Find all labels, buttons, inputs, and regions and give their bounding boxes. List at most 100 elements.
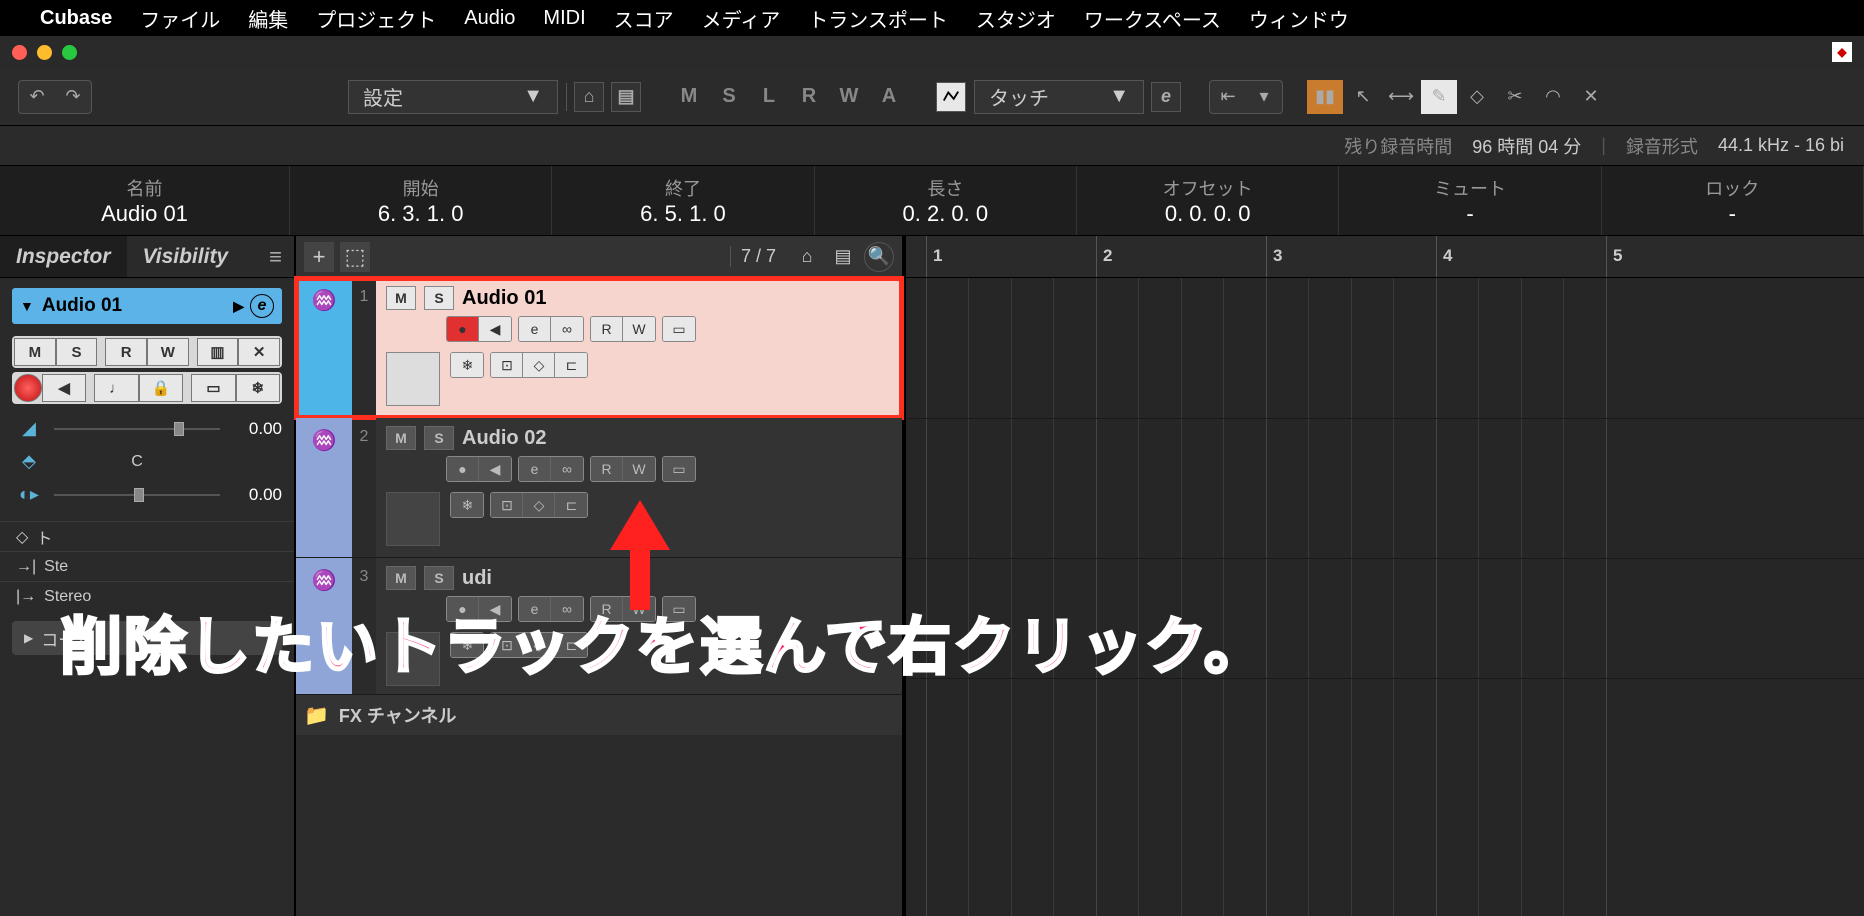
info-mute[interactable]: ミュート- — [1339, 166, 1601, 235]
mute-button[interactable]: M — [14, 338, 56, 366]
track-write-button[interactable]: W — [623, 317, 655, 341]
track-preset-icon[interactable]: ⬚ — [340, 242, 370, 272]
folder-track[interactable]: 📁 FX チャンネル — [296, 695, 902, 735]
track-send-icon[interactable]: ◇ — [523, 493, 555, 517]
track-eq-icon[interactable]: ⊏ — [555, 353, 587, 377]
track-lanes-icon[interactable]: ▭ — [663, 597, 695, 621]
track-read-button[interactable]: R — [591, 597, 623, 621]
track-freeze-icon[interactable]: ❄ — [451, 353, 483, 377]
track-row[interactable]: ♒ 2 M S Audio 02 ●◀ e∞ RW ▭ — [296, 418, 902, 558]
menu-workspace[interactable]: ワークスペース — [1084, 4, 1221, 33]
delay-slider[interactable] — [54, 494, 220, 496]
track-send-icon[interactable]: ◇ — [523, 353, 555, 377]
erase-tool[interactable]: ◇ — [1459, 80, 1495, 114]
redo-button[interactable]: ↷ — [55, 81, 91, 113]
track-freeze-icon[interactable]: ❄ — [451, 633, 483, 657]
track-insert-icon[interactable]: ⊡ — [491, 353, 523, 377]
menu-file[interactable]: ファイル — [140, 4, 220, 33]
freeze2-icon[interactable]: ❄ — [236, 374, 280, 402]
lane-icon[interactable]: ▭ — [191, 374, 235, 402]
pointer-tool[interactable]: ↖ — [1345, 80, 1381, 114]
track-record-button[interactable]: ● — [447, 457, 479, 481]
track-e-button[interactable]: e — [519, 457, 551, 481]
read-all-button[interactable]: R — [789, 80, 829, 114]
config-dropdown[interactable]: 設定▼ — [348, 80, 558, 114]
tab-visibility[interactable]: Visibility — [127, 236, 245, 277]
track-monitor-button[interactable]: ◀ — [479, 597, 511, 621]
info-start[interactable]: 開始6. 3. 1. 0 — [290, 166, 552, 235]
track-solo-button[interactable]: S — [424, 426, 454, 450]
track-name[interactable]: udi — [462, 567, 492, 590]
info-length[interactable]: 長さ0. 2. 0. 0 — [815, 166, 1077, 235]
track-lanes-icon[interactable]: ▭ — [663, 317, 695, 341]
track-e-button[interactable]: e — [519, 597, 551, 621]
draw-tool[interactable]: ✎ — [1421, 80, 1457, 114]
timebase-icon[interactable]: ♩ — [94, 374, 138, 402]
mute-tool[interactable]: ✕ — [1573, 80, 1609, 114]
track-monitor-button[interactable]: ◀ — [479, 317, 511, 341]
inspector-track-header[interactable]: ▼ Audio 01 ▶ e — [12, 288, 282, 324]
track-solo-button[interactable]: S — [424, 286, 454, 310]
minimize-button[interactable] — [37, 45, 52, 60]
e-button[interactable]: e — [1151, 82, 1181, 112]
chord-section[interactable]: ▶コード — [12, 621, 282, 655]
close-button[interactable] — [12, 45, 27, 60]
read-button[interactable]: R — [105, 338, 147, 366]
track-record-button[interactable]: ● — [447, 597, 479, 621]
tab-inspector[interactable]: Inspector — [0, 236, 127, 277]
automation-button[interactable]: A — [869, 80, 909, 114]
menu-media[interactable]: メディア — [702, 4, 781, 33]
lock-icon[interactable]: 🔒 — [139, 374, 183, 402]
track-name[interactable]: Audio 02 — [462, 427, 546, 450]
app-name[interactable]: Cubase — [40, 7, 112, 30]
mute-all-button[interactable]: M — [669, 80, 709, 114]
autoscroll-icon[interactable]: ⇤ — [1210, 81, 1246, 113]
routing-item[interactable]: ◇ト — [0, 521, 294, 551]
menu-studio[interactable]: スタジオ — [976, 4, 1056, 33]
add-track-button[interactable]: + — [304, 242, 334, 272]
solo-button[interactable]: S — [56, 338, 98, 366]
menu-score[interactable]: スコア — [614, 4, 674, 33]
track-infinity-icon[interactable]: ∞ — [551, 597, 583, 621]
lanes-icon[interactable]: ▥ — [197, 338, 239, 366]
zoom-button[interactable] — [62, 45, 77, 60]
track-monitor-button[interactable]: ◀ — [479, 457, 511, 481]
info-lock[interactable]: ロック- — [1602, 166, 1864, 235]
track-e-button[interactable]: e — [519, 317, 551, 341]
menu-edit[interactable]: 編集 — [248, 4, 288, 33]
menu-transport[interactable]: トランスポート — [808, 4, 948, 33]
write-button[interactable]: W — [147, 338, 189, 366]
house-icon[interactable]: ⌂ — [574, 82, 604, 112]
autoscroll-dropdown-icon[interactable]: ▾ — [1246, 81, 1282, 113]
track-write-button[interactable]: W — [623, 457, 655, 481]
solo-all-button[interactable]: S — [709, 80, 749, 114]
house2-icon[interactable]: ⌂ — [792, 242, 822, 272]
snap-button[interactable]: ▮▮ — [1307, 80, 1343, 114]
track-lanes-icon[interactable]: ▭ — [663, 457, 695, 481]
track-record-button[interactable]: ● — [447, 317, 479, 341]
input-routing[interactable]: →|Ste — [0, 551, 294, 581]
monitor-button[interactable]: ◀ — [42, 374, 86, 402]
list2-icon[interactable]: ▤ — [828, 242, 858, 272]
event-grid[interactable] — [906, 278, 1864, 916]
track-insert-icon[interactable]: ⊡ — [491, 493, 523, 517]
list-icon[interactable]: ▤ — [611, 82, 641, 112]
write-all-button[interactable]: W — [829, 80, 869, 114]
track-name[interactable]: Audio 01 — [462, 287, 546, 310]
undo-button[interactable]: ↶ — [19, 81, 55, 113]
track-read-button[interactable]: R — [591, 457, 623, 481]
split-tool[interactable]: ✂ — [1497, 80, 1533, 114]
info-offset[interactable]: オフセット0. 0. 0. 0 — [1077, 166, 1339, 235]
track-mute-button[interactable]: M — [386, 566, 416, 590]
track-freeze-icon[interactable]: ❄ — [451, 493, 483, 517]
menu-audio[interactable]: Audio — [464, 7, 515, 30]
find-track-icon[interactable]: 🔍 — [864, 242, 894, 272]
arrange-area[interactable]: 1 2 3 4 5 — [906, 236, 1864, 916]
track-insert-icon[interactable]: ⊡ — [491, 633, 523, 657]
volume-slider[interactable] — [54, 428, 220, 430]
track-send-icon[interactable]: ◇ — [523, 633, 555, 657]
record-enable-button[interactable] — [14, 374, 42, 402]
tab-menu-icon[interactable]: ≡ — [257, 236, 294, 277]
range-tool[interactable]: ⟷ — [1383, 80, 1419, 114]
track-eq-icon[interactable]: ⊏ — [555, 493, 587, 517]
